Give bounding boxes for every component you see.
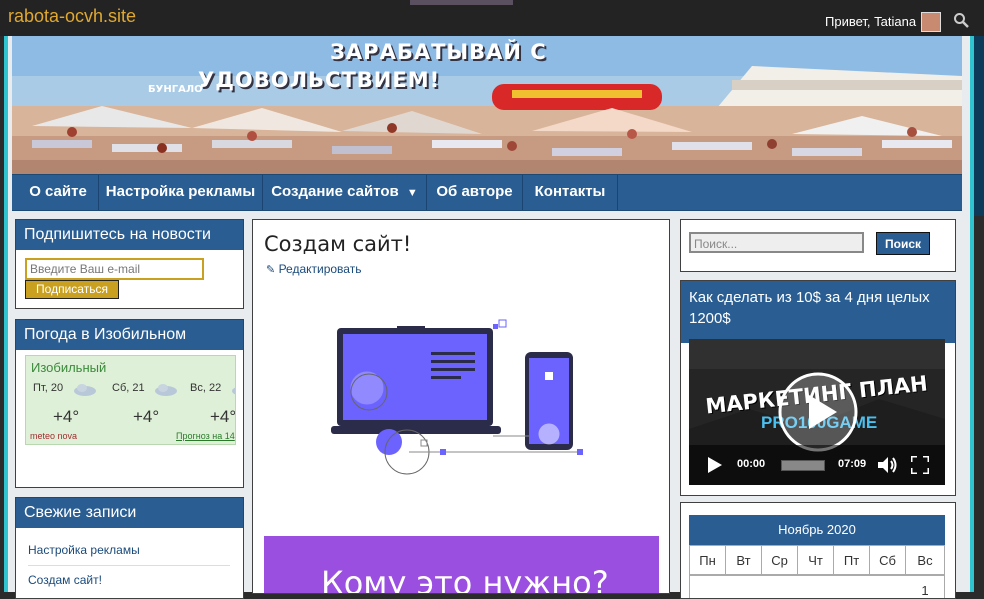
video-widget: Как сделать из 10$ за 4 дня целых 1200$ …	[680, 280, 956, 496]
top-tab-indicator	[410, 0, 513, 5]
calendar-weekday: Пт	[833, 545, 870, 575]
calendar-weekday: Вт	[725, 545, 762, 575]
cta-banner: Кому это нужно?	[264, 536, 659, 593]
post-content: Создам сайт! ✎ Редактировать Кому это ну…	[252, 219, 670, 594]
avatar[interactable]	[921, 12, 941, 32]
nav-item-about-author[interactable]: Об авторе	[427, 175, 523, 210]
user-greeting[interactable]: Привет, Tatiana	[825, 14, 916, 29]
recent-post-link[interactable]: Настройка рекламы	[28, 543, 140, 557]
site-title[interactable]: rabota-ocvh.site	[8, 6, 136, 27]
volume-icon[interactable]	[878, 457, 898, 473]
nav-item-site-creation[interactable]: Создание сайтов ▼	[263, 175, 427, 210]
pencil-icon: ✎	[266, 264, 276, 276]
video-total-time: 07:09	[838, 458, 867, 470]
weather-widget: Погода в Изобильном Изобильный Пт, 20 Сб…	[15, 319, 244, 488]
search-widget: Поиск... Поиск	[680, 219, 956, 272]
calendar-weekday: Пн	[689, 545, 726, 575]
search-button[interactable]: Поиск	[876, 232, 930, 255]
subscribe-button[interactable]: Подписаться	[25, 280, 119, 299]
nav-item-site-creation-label: Создание сайтов	[271, 183, 399, 200]
calendar-weekday: Чт	[797, 545, 834, 575]
calendar-month: Ноябрь 2020	[689, 515, 945, 545]
calendar-weekday: Вс	[905, 545, 945, 575]
play-overlay-icon[interactable]	[777, 371, 859, 453]
video-controls: 00:00 07:09	[689, 445, 945, 485]
chevron-down-icon: ▼	[406, 187, 418, 199]
nav-item-about-site[interactable]: О сайте	[18, 175, 99, 210]
search-input[interactable]: Поиск...	[689, 232, 864, 253]
weather-informer[interactable]: Изобильный Пт, 20 Сб, 21 Вс, 22 +4° +4° …	[25, 355, 236, 445]
edit-link[interactable]: ✎ Редактировать	[266, 262, 361, 276]
nav-item-ad-settings[interactable]: Настройка рекламы	[99, 175, 263, 210]
search-icon[interactable]	[953, 12, 969, 28]
recent-posts-widget: Свежие записи Настройка рекламы Создам с…	[15, 497, 244, 599]
weather-day: Сб, 21	[112, 382, 145, 394]
weather-temperature: +4°	[210, 407, 236, 426]
header-banner: ЗАРАБАТЫВАЙ С УДОВОЛЬСТВИЕМ! БУНГАЛО	[12, 36, 962, 174]
play-icon[interactable]	[708, 457, 722, 473]
calendar-widget: Ноябрь 2020 Пн Вт Ср Чт Пт Сб Вс 1	[680, 502, 956, 599]
banner-slogan-line1: ЗАРАБАТЫВАЙ С	[330, 40, 547, 64]
calendar-day[interactable]: 1	[905, 583, 945, 598]
video-player[interactable]: МАРКЕТИНГ ПЛАН PRO100GAME 00:00 07:09	[689, 339, 945, 485]
admin-top-bar: rabota-ocvh.site Привет, Tatiana	[0, 0, 984, 36]
video-widget-title: Как сделать из 10$ за 4 дня целых 1200$	[681, 281, 955, 343]
scrollbar[interactable]	[974, 36, 984, 216]
cloud-icon	[74, 384, 96, 396]
forecast-link[interactable]: Прогноз на 14	[176, 431, 235, 441]
cloud-icon	[232, 387, 235, 395]
fullscreen-icon[interactable]	[911, 456, 929, 474]
edit-label: Редактировать	[278, 262, 362, 276]
banner-slogan-line2: УДОВОЛЬСТВИЕМ!	[198, 68, 441, 92]
subscribe-title: Подпишитесь на новости	[16, 220, 243, 250]
devices-illustration	[331, 319, 583, 475]
meteonova-logo[interactable]: meteo nova	[30, 431, 77, 441]
nav-item-contacts[interactable]: Контакты	[523, 175, 618, 210]
banner-sign: БУНГАЛО	[148, 84, 203, 95]
subscribe-widget: Подпишитесь на новости Введите Ваш e-mai…	[15, 219, 244, 309]
calendar-weekday: Ср	[761, 545, 798, 575]
weather-temperature: +4°	[133, 407, 160, 426]
cta-heading: Кому это нужно?	[321, 564, 609, 593]
calendar-weekday: Сб	[869, 545, 906, 575]
weather-temperature: +4°	[53, 407, 80, 426]
weather-day: Пт, 20	[33, 382, 64, 394]
cloud-icon	[155, 384, 177, 396]
weather-title: Погода в Изобильном	[16, 320, 243, 350]
main-navigation: О сайте Настройка рекламы Создание сайто…	[12, 174, 962, 211]
weather-day: Вс, 22	[190, 382, 222, 394]
weather-city: Изобильный	[31, 360, 107, 375]
video-current-time: 00:00	[737, 458, 766, 470]
video-progress-bar[interactable]	[781, 460, 825, 471]
divider	[28, 565, 230, 566]
post-title: Создам сайт!	[264, 232, 412, 256]
recent-post-link[interactable]: Создам сайт!	[28, 573, 102, 587]
email-field[interactable]: Введите Ваш e-mail	[25, 258, 204, 280]
recent-posts-title: Свежие записи	[16, 498, 243, 528]
